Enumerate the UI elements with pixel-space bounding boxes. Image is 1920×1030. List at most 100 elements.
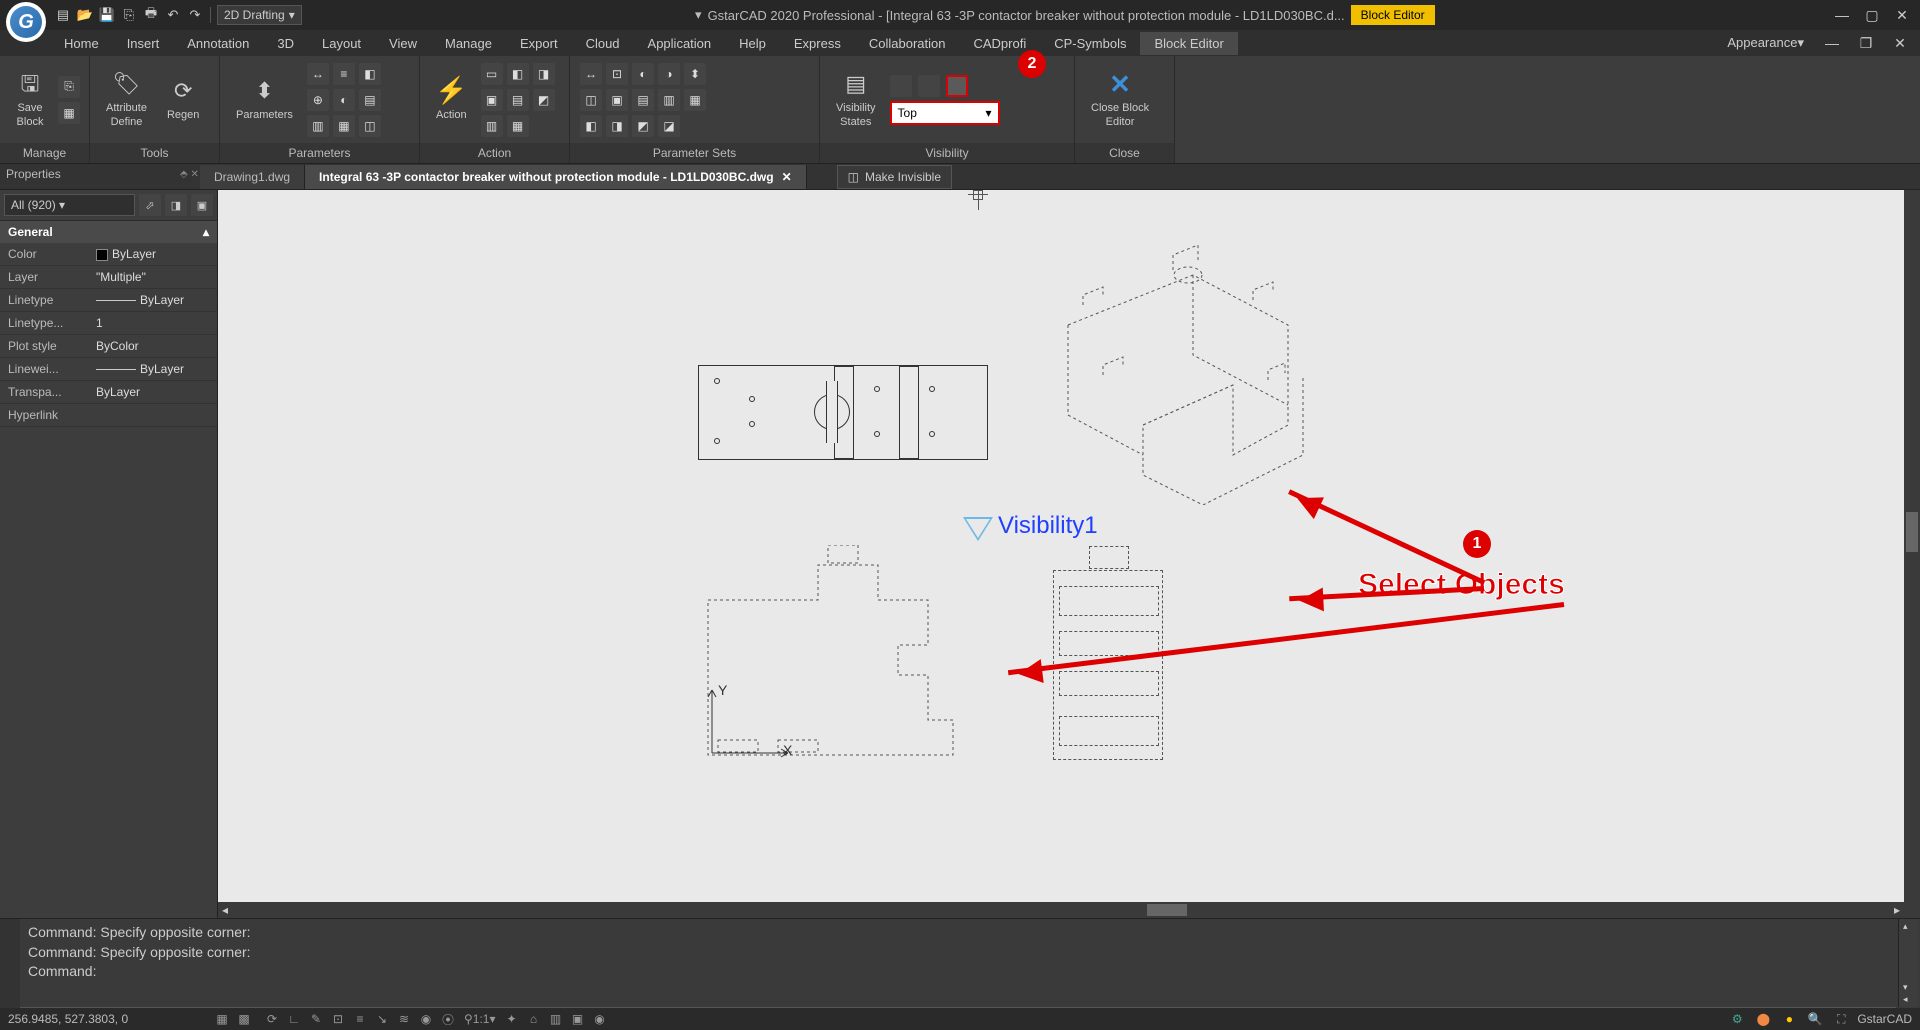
drawing-canvas[interactable]: Visibility1 Y X [218, 190, 1904, 902]
drawing-front-view[interactable] [698, 365, 988, 460]
pset-tool-icon[interactable]: ⬍ [684, 63, 706, 85]
prop-row-layer[interactable]: Layer"Multiple" [0, 266, 217, 289]
visibility-grip-icon[interactable] [963, 517, 993, 541]
select-objects-icon[interactable]: ◨ [165, 194, 187, 216]
prop-row-hyperlink[interactable]: Hyperlink [0, 404, 217, 427]
visibility-state-dropdown[interactable]: Top▾ [890, 101, 1000, 125]
visibility-states-button[interactable]: ▤Visibility States [830, 68, 882, 130]
prop-row-linetype[interactable]: LinetypeByLayer [0, 289, 217, 312]
prop-row-lineweight[interactable]: Linewei...ByLayer [0, 358, 217, 381]
quick-select-icon[interactable]: ⬀ [139, 194, 161, 216]
pset-tool-icon[interactable]: ◧ [580, 115, 602, 137]
menu-block-editor[interactable]: Block Editor [1140, 32, 1237, 55]
grid-toggle-icon[interactable]: ▦ [212, 1010, 232, 1028]
magnifier-icon[interactable]: 🔍 [1805, 1010, 1825, 1028]
pset-tool-icon[interactable]: ↔ [580, 63, 602, 85]
drawing-side-view[interactable]: Y X [698, 545, 988, 760]
doc-close-button[interactable]: ✕ [1886, 33, 1914, 53]
dynamic-input-icon[interactable]: ⟳ [262, 1010, 282, 1028]
app-logo[interactable]: G [6, 2, 46, 42]
vis-tool-icon[interactable] [918, 75, 940, 97]
minimize-button[interactable]: ― [1828, 5, 1856, 25]
pset-tool-icon[interactable]: ▣ [606, 89, 628, 111]
workspace-dropdown[interactable]: 2D Drafting▾ [217, 5, 302, 25]
action-tool-icon[interactable]: ▤ [507, 89, 529, 111]
pset-tool-icon[interactable]: ◐ [632, 63, 654, 85]
prop-row-transparency[interactable]: Transpa...ByLayer [0, 381, 217, 404]
fullscreen-icon[interactable]: ⛶ [1831, 1010, 1851, 1028]
tab-drawing1[interactable]: Drawing1.dwg [200, 165, 305, 189]
prop-row-color[interactable]: ColorByLayer [0, 243, 217, 266]
tab-close-icon[interactable]: ✕ [782, 170, 792, 184]
pset-tool-icon[interactable]: ◩ [632, 115, 654, 137]
menu-insert[interactable]: Insert [113, 32, 174, 55]
action-tool-icon[interactable]: ▣ [481, 89, 503, 111]
menu-3d[interactable]: 3D [263, 32, 308, 55]
pset-tool-icon[interactable]: ▤ [632, 89, 654, 111]
test-icon[interactable]: ▦ [58, 102, 80, 124]
prop-row-ltscale[interactable]: Linetype...1 [0, 312, 217, 335]
print-icon[interactable]: 🖶 [142, 6, 160, 24]
menu-application[interactable]: Application [634, 32, 726, 55]
parameters-button[interactable]: ⬍Parameters [230, 75, 299, 124]
polar-toggle-icon[interactable]: ✎ [306, 1010, 326, 1028]
command-line-area[interactable]: Command: Specify opposite corner: Comman… [0, 918, 1920, 1008]
hardware-accel-icon[interactable]: ▣ [568, 1010, 588, 1028]
param-tool-icon[interactable]: ↔ [307, 63, 329, 85]
vis-tool-icon[interactable] [890, 75, 912, 97]
save-icon[interactable]: 💾 [98, 6, 116, 24]
pset-tool-icon[interactable]: ▥ [658, 89, 680, 111]
osnap-toggle-icon[interactable]: ⊡ [328, 1010, 348, 1028]
prop-row-plotstyle[interactable]: Plot styleByColor [0, 335, 217, 358]
scale-label[interactable]: ⚲ 1:1 ▾ [460, 1010, 500, 1028]
pset-tool-icon[interactable]: ◫ [580, 89, 602, 111]
annotation-scale-icon[interactable]: ⦿ [438, 1010, 458, 1028]
menu-cloud[interactable]: Cloud [572, 32, 634, 55]
regen-button[interactable]: ⟳Regen [161, 75, 205, 124]
menu-home[interactable]: Home [50, 32, 113, 55]
ortho-toggle-icon[interactable]: ∟ [284, 1010, 304, 1028]
coordinates-display[interactable]: 256.9485, 527.3803, 0 [8, 1012, 188, 1026]
pset-tool-icon[interactable]: ◑ [658, 63, 680, 85]
menu-express[interactable]: Express [780, 32, 855, 55]
action-tool-icon[interactable]: ◧ [507, 63, 529, 85]
selection-dropdown[interactable]: All (920) ▾ [4, 194, 135, 216]
close-button[interactable]: ✕ [1888, 5, 1916, 25]
clean-screen-icon[interactable]: ◉ [590, 1010, 610, 1028]
settings-icon[interactable]: ⚙ [1727, 1010, 1747, 1028]
horizontal-scrollbar[interactable]: ◂▸ [218, 902, 1904, 918]
lineweight-toggle-icon[interactable]: ↘ [372, 1010, 392, 1028]
drawing-iso-view[interactable] [1023, 245, 1323, 505]
transparency-icon[interactable]: ◉ [416, 1010, 436, 1028]
save-block-button[interactable]: 🖫Save Block [10, 68, 50, 130]
action-tool-icon[interactable]: ▥ [481, 115, 503, 137]
menu-cpsymbols[interactable]: CP-Symbols [1040, 32, 1140, 55]
doc-minimize-button[interactable]: ― [1818, 33, 1846, 53]
param-tool-icon[interactable]: ≡ [333, 63, 355, 85]
action-button[interactable]: ⚡Action [430, 75, 473, 124]
doc-restore-button[interactable]: ❐ [1852, 33, 1880, 53]
attribute-define-button[interactable]: 🏷Attribute Define [100, 68, 153, 130]
param-tool-icon[interactable]: ◐ [333, 89, 355, 111]
action-tool-icon[interactable]: ◩ [533, 89, 555, 111]
new-icon[interactable]: ▤ [54, 6, 72, 24]
vertical-scrollbar[interactable] [1904, 190, 1920, 902]
redo-icon[interactable]: ↷ [186, 6, 204, 24]
toggle-pickadd-icon[interactable]: ▣ [191, 194, 213, 216]
cloud-icon[interactable]: ● [1779, 1010, 1799, 1028]
menu-collaboration[interactable]: Collaboration [855, 32, 960, 55]
close-block-editor-button[interactable]: ✕Close Block Editor [1085, 68, 1155, 130]
make-invisible-button[interactable] [946, 75, 968, 97]
menu-layout[interactable]: Layout [308, 32, 375, 55]
param-tool-icon[interactable]: ▤ [359, 89, 381, 111]
export-icon[interactable]: ⎘ [120, 6, 138, 24]
param-tool-icon[interactable]: ◫ [359, 115, 381, 137]
annotation-visibility-icon[interactable]: ✦ [502, 1010, 522, 1028]
menu-manage[interactable]: Manage [431, 32, 506, 55]
snap-toggle-icon[interactable]: ▩ [234, 1010, 254, 1028]
command-scrollbar[interactable]: ▴ ▾ ◂ [1898, 919, 1918, 1007]
pset-tool-icon[interactable]: ▦ [684, 89, 706, 111]
param-tool-icon[interactable]: ◧ [359, 63, 381, 85]
param-tool-icon[interactable]: ⊕ [307, 89, 329, 111]
menu-view[interactable]: View [375, 32, 431, 55]
